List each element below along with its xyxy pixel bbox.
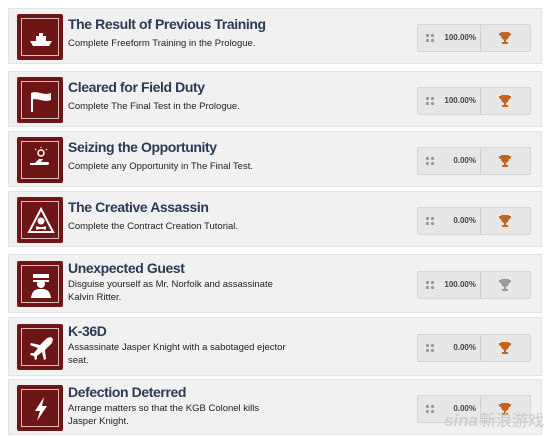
achievement-stat: 100.00% [417,271,531,299]
achievement-icon-frame [17,324,63,370]
achievement-description: Complete Freeform Training in the Prolog… [68,38,256,49]
achievement-title: Seizing the Opportunity [68,139,217,155]
completion-percent: 100.00% [444,33,476,42]
completion-dots-icon [425,33,435,43]
completion-dots-icon [425,404,435,414]
completion-dots-icon [425,156,435,166]
achievement-icon-frame [17,261,63,307]
watermark-text: 新浪游戏 [479,413,544,430]
achievement-description: Assassinate Jasper Knight with a sabotag… [68,342,286,366]
completion-dots-icon [425,96,435,106]
achievement-icon-frame [17,137,63,183]
trophy-icon [499,215,511,227]
trophy-icon [499,95,511,107]
completion-percent: 0.00% [453,216,476,225]
achievement-stat: 100.00% [417,87,531,115]
completion-dots-icon [425,343,435,353]
hand-lightbulb-icon [30,147,50,165]
completion-percent: 100.00% [444,96,476,105]
completion-percent: 0.00% [453,156,476,165]
achievement-row[interactable]: Unexpected Guest Disguise yourself as Mr… [8,254,542,313]
achievement-description: Disguise yourself as Mr. Norfolk and ass… [68,279,273,303]
achievement-icon-frame [17,385,63,431]
achievement-icon-frame [17,14,63,60]
achievement-title: Defection Deterred [68,384,187,400]
lightning-icon [35,397,47,421]
achievement-stat: 0.00% [417,334,531,362]
achievement-stat: 100.00% [417,24,531,52]
achievement-row[interactable]: The Creative Assassin Complete the Contr… [8,191,542,247]
achievement-icon-frame [17,77,63,123]
achievement-description: Complete the Contract Creation Tutorial. [68,221,239,232]
trophy-icon [499,155,511,167]
completion-percent: 100.00% [444,280,476,289]
flag-icon [31,92,51,112]
jet-icon [30,337,53,360]
trophy-icon [499,279,511,291]
achievement-title: K-36D [68,323,107,339]
achievement-title: Cleared for Field Duty [68,79,205,95]
achievement-row[interactable]: Seizing the Opportunity Complete any Opp… [8,131,542,187]
achievement-title: The Result of Previous Training [68,16,266,32]
masked-guest-icon [31,274,51,298]
watermark: sina 新浪游戏 [444,407,544,431]
achievement-icon-frame [17,197,63,243]
completion-percent: 0.00% [453,343,476,352]
achievement-description: Complete any Opportunity in The Final Te… [68,161,253,172]
achievement-description: Arrange matters so that the KGB Colonel … [68,403,260,427]
completion-dots-icon [425,216,435,226]
watermark-brand: sina [443,411,478,430]
achievement-stat: 0.00% [417,147,531,175]
achievement-row[interactable]: K-36D Assassinate Jasper Knight with a s… [8,317,542,376]
achievement-title: Unexpected Guest [68,260,185,276]
boat-icon [30,33,52,46]
achievement-title: The Creative Assassin [68,199,209,215]
achievement-description: Complete The Final Test in the Prologue. [68,101,240,112]
trophy-icon [499,32,511,44]
completion-dots-icon [425,280,435,290]
achievement-stat: 0.00% [417,207,531,235]
achievement-row[interactable]: Cleared for Field Duty Complete The Fina… [8,71,542,127]
skull-warning-icon [27,207,55,233]
trophy-icon [499,342,511,354]
achievement-row[interactable]: The Result of Previous Training Complete… [8,8,542,64]
